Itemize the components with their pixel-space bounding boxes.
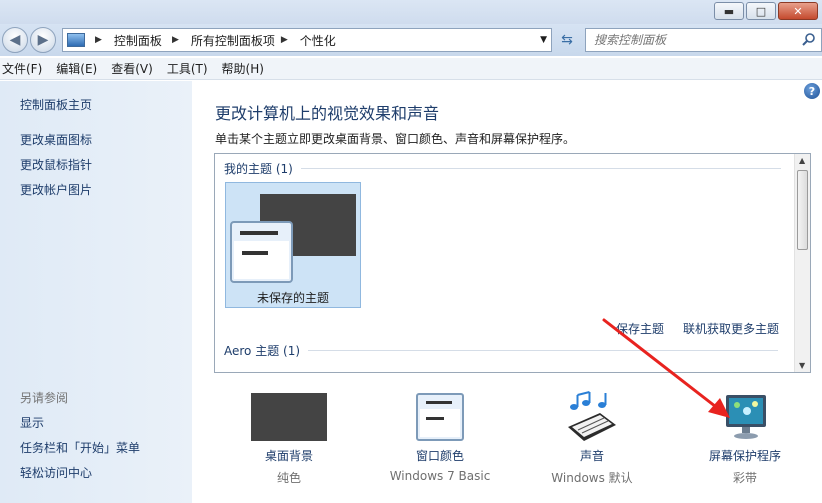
divider: [300, 168, 781, 169]
chevron-right-icon: ▶: [171, 35, 179, 45]
control-panel-icon: [67, 33, 85, 47]
unsaved-theme-tile[interactable]: 未保存的主题: [225, 182, 361, 308]
search-input[interactable]: [586, 33, 786, 47]
change-desktop-icons-link[interactable]: 更改桌面图标: [20, 131, 92, 148]
menu-file[interactable]: 文件(F): [0, 60, 49, 77]
window-color-value: Windows 7 Basic: [389, 469, 491, 483]
title-bar: ▬ □ ✕: [0, 0, 822, 24]
unsaved-theme-label: 未保存的主题: [256, 291, 329, 305]
window-color-option[interactable]: 窗口颜色 Windows 7 Basic: [380, 391, 500, 491]
save-theme-link[interactable]: 保存主题: [616, 320, 664, 337]
my-themes-header: 我的主题 (1): [224, 160, 781, 177]
refresh-button[interactable]: ⇆: [556, 29, 578, 51]
window-color-label[interactable]: 窗口颜色: [380, 447, 500, 464]
desktop-background-label[interactable]: 桌面背景: [244, 447, 334, 464]
theme-window-preview: [230, 221, 293, 283]
window-color-icon: [416, 393, 464, 441]
aero-themes-header: Aero 主题 (1): [224, 342, 779, 359]
search-box[interactable]: [585, 28, 822, 52]
theme-list: 我的主题 (1) 未保存的主题 保存主题 联机获取更多主题 Aero 主题 (1…: [214, 153, 811, 373]
menu-bar: 文件(F) 编辑(E) 查看(V) 工具(T) 帮助(H): [0, 58, 822, 80]
screen-saver-label[interactable]: 屏幕保护程序: [680, 447, 810, 464]
theme-list-scrollbar[interactable]: ▲ ▼: [794, 154, 810, 372]
menu-view[interactable]: 查看(V): [104, 60, 160, 77]
get-more-themes-link[interactable]: 联机获取更多主题: [683, 320, 779, 337]
change-mouse-pointers-link[interactable]: 更改鼠标指针: [20, 156, 92, 173]
main-content: ? 更改计算机上的视觉效果和声音 单击某个主题立即更改桌面背景、窗口颜色、声音和…: [192, 81, 822, 503]
close-button[interactable]: ✕: [778, 2, 818, 20]
breadcrumb-all-items[interactable]: 所有控制面板项 ▶: [187, 29, 296, 51]
search-icon[interactable]: [801, 32, 817, 48]
desktop-background-option[interactable]: 桌面背景 纯色: [244, 391, 334, 491]
forward-button[interactable]: ▶: [30, 27, 56, 53]
control-panel-home-link[interactable]: 控制面板主页: [20, 96, 92, 113]
display-link[interactable]: 显示: [20, 414, 44, 431]
sounds-icon: [568, 391, 616, 441]
sounds-label[interactable]: 声音: [542, 447, 642, 464]
breadcrumb-control-panel[interactable]: 控制面板 ▶: [110, 29, 187, 51]
address-dropdown-icon[interactable]: ▼: [540, 35, 547, 45]
back-arrow-icon: ◀: [9, 32, 21, 48]
scroll-down-icon[interactable]: ▼: [799, 361, 805, 370]
menu-edit[interactable]: 编辑(E): [49, 60, 104, 77]
scrollbar-thumb[interactable]: [797, 170, 808, 250]
breadcrumb-personalization[interactable]: 个性化: [296, 29, 340, 51]
ease-of-access-link[interactable]: 轻松访问中心: [20, 464, 92, 481]
sounds-option[interactable]: 声音 Windows 默认: [542, 391, 642, 491]
left-navigation-pane: 控制面板主页 更改桌面图标 更改鼠标指针 更改帐户图片 另请参阅 显示 任务栏和…: [0, 81, 192, 503]
sounds-value: Windows 默认: [551, 471, 633, 485]
divider: [308, 350, 779, 351]
breadcrumb-separator-root[interactable]: ▶: [89, 29, 110, 51]
menu-tools[interactable]: 工具(T): [160, 60, 215, 77]
refresh-icon: ⇆: [561, 32, 573, 48]
desktop-background-value: 纯色: [276, 471, 301, 485]
maximize-button[interactable]: □: [746, 2, 776, 20]
screen-saver-icon: [726, 395, 766, 439]
page-title: 更改计算机上的视觉效果和声音: [215, 104, 440, 123]
screen-saver-value: 彩带: [732, 471, 757, 485]
help-icon[interactable]: ?: [804, 83, 820, 99]
screen-saver-option[interactable]: 屏幕保护程序 彩带: [680, 391, 810, 491]
navigation-bar: ◀ ▶ ▶ 控制面板 ▶ 所有控制面板项 ▶ 个性化 ▼ ⇆: [0, 24, 822, 56]
chevron-right-icon: ▶: [95, 35, 102, 45]
address-bar[interactable]: ▶ 控制面板 ▶ 所有控制面板项 ▶ 个性化 ▼: [62, 28, 552, 52]
scroll-up-icon[interactable]: ▲: [799, 156, 805, 165]
taskbar-start-menu-link[interactable]: 任务栏和「开始」菜单: [20, 439, 140, 456]
back-button[interactable]: ◀: [2, 27, 28, 53]
window-controls: ▬ □ ✕: [712, 2, 818, 20]
forward-arrow-icon: ▶: [37, 32, 49, 48]
minimize-button[interactable]: ▬: [714, 2, 744, 20]
change-account-picture-link[interactable]: 更改帐户图片: [20, 181, 92, 198]
page-description: 单击某个主题立即更改桌面背景、窗口颜色、声音和屏幕保护程序。: [215, 132, 576, 146]
menu-help[interactable]: 帮助(H): [215, 60, 271, 77]
desktop-background-icon: [251, 393, 327, 441]
chevron-right-icon: ▶: [280, 35, 288, 45]
see-also-heading: 另请参阅: [20, 391, 69, 405]
